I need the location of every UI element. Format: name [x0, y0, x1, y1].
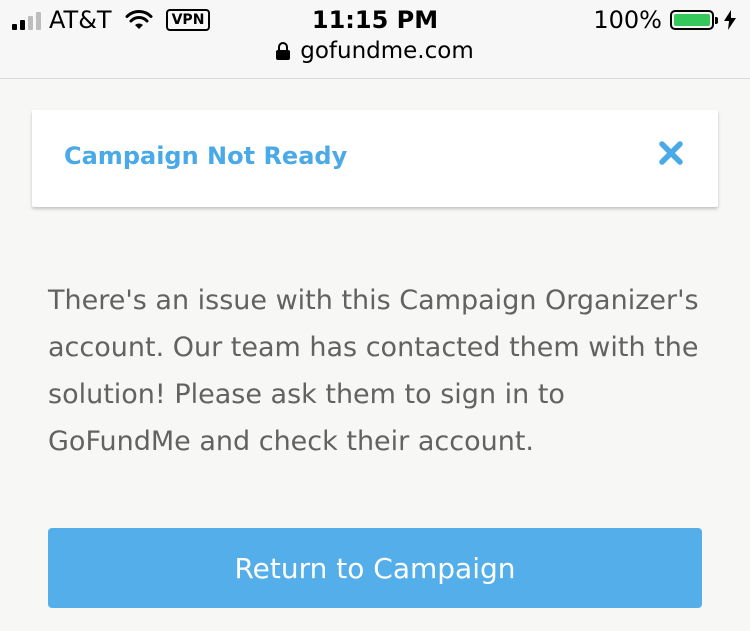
battery-fill	[674, 14, 710, 26]
status-right: 100%	[593, 6, 736, 34]
alert-card: Campaign Not Ready	[32, 110, 718, 207]
alert-message: There's an issue with this Campaign Orga…	[48, 285, 699, 457]
alert-title: Campaign Not Ready	[64, 142, 348, 170]
battery-icon	[670, 10, 718, 30]
address-bar[interactable]: gofundme.com	[0, 38, 750, 64]
return-to-campaign-button[interactable]: Return to Campaign	[48, 528, 702, 608]
charging-bolt-icon	[724, 10, 736, 30]
browser-top-bar: AT&T VPN 11:15 PM 100% gofundme.com	[0, 0, 750, 79]
lock-icon	[276, 42, 291, 60]
battery-percent: 100%	[593, 6, 662, 34]
close-icon[interactable]	[658, 140, 684, 166]
url-domain: gofundme.com	[300, 38, 474, 64]
